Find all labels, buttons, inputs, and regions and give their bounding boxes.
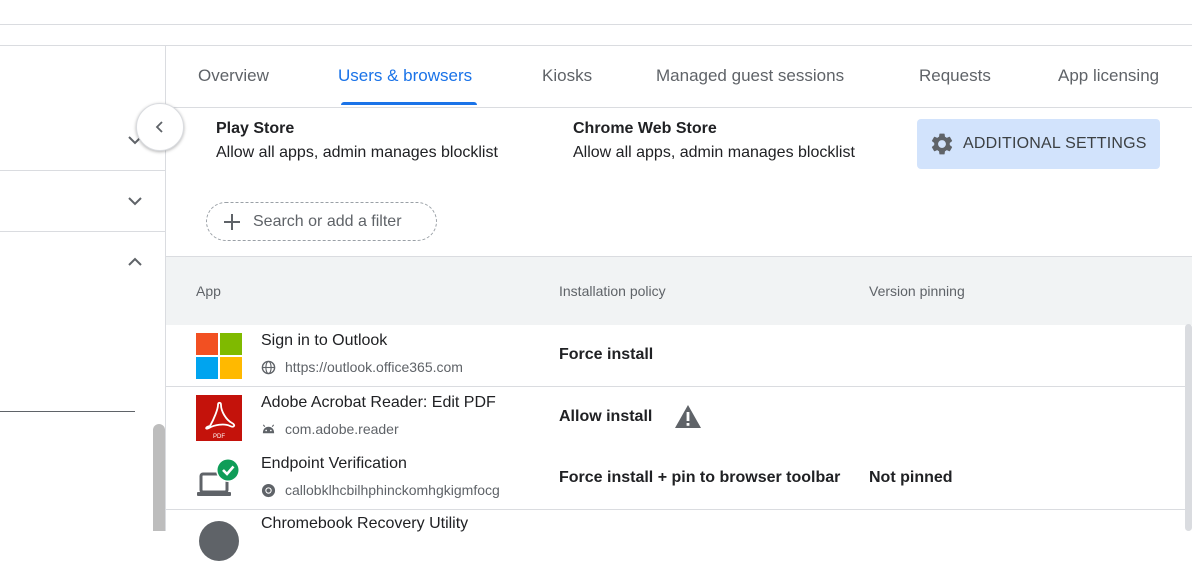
endpoint-verification-icon bbox=[197, 458, 240, 496]
installation-policy: Force install + pin to browser toolbar bbox=[559, 469, 841, 486]
search-filter-input[interactable]: Search or add a filter bbox=[206, 202, 437, 241]
app-extension-id: callobklhcbilhphinckomhgkigmfocg bbox=[285, 482, 500, 498]
left-section-3[interactable] bbox=[0, 232, 165, 292]
adobe-acrobat-icon: PDF bbox=[196, 395, 242, 441]
installation-policy: Allow install bbox=[559, 408, 653, 425]
table-row[interactable]: PDF Adobe Acrobat Reader: Edit PDF com.a… bbox=[166, 387, 1192, 449]
collapse-panel-button[interactable] bbox=[136, 103, 184, 151]
additional-settings-label: ADDITIONAL SETTINGS bbox=[963, 135, 1147, 152]
app-identifier: https://outlook.office365.com bbox=[261, 359, 463, 375]
gear-icon bbox=[931, 133, 953, 155]
tab-requests[interactable]: Requests bbox=[919, 66, 991, 86]
tab-kiosks[interactable]: Kiosks bbox=[542, 66, 592, 86]
app-name[interactable]: Chromebook Recovery Utility bbox=[261, 515, 468, 533]
store-title: Chrome Web Store bbox=[573, 120, 717, 137]
chrome-icon bbox=[261, 483, 276, 497]
store-setting-value: Allow all apps, admin manages blocklist bbox=[573, 144, 855, 161]
left-scrollbar[interactable] bbox=[153, 424, 165, 531]
column-header-app[interactable]: App bbox=[196, 283, 221, 299]
table-header: App Installation policy Version pinning bbox=[166, 256, 1192, 326]
warning-icon[interactable] bbox=[674, 404, 702, 430]
chevron-down-icon[interactable] bbox=[127, 193, 143, 209]
installation-policy: Force install bbox=[559, 346, 654, 363]
android-icon bbox=[262, 423, 275, 433]
table-row[interactable]: Endpoint Verification callobklhcbilhphin… bbox=[166, 448, 1192, 510]
app-package: com.adobe.reader bbox=[285, 421, 399, 437]
app-url: https://outlook.office365.com bbox=[285, 359, 463, 375]
additional-settings-button[interactable]: ADDITIONAL SETTINGS bbox=[917, 119, 1160, 169]
svg-text:PDF: PDF bbox=[213, 434, 225, 440]
app-name[interactable]: Endpoint Verification bbox=[261, 455, 407, 473]
recovery-utility-icon bbox=[199, 521, 239, 561]
tab-bar: Overview Users & browsers Kiosks Managed… bbox=[166, 46, 1192, 108]
column-header-version-pinning[interactable]: Version pinning bbox=[869, 283, 965, 299]
store-title: Play Store bbox=[216, 120, 295, 137]
plus-icon bbox=[224, 213, 240, 230]
version-pinning: Not pinned bbox=[869, 469, 953, 486]
input-underline bbox=[0, 411, 135, 412]
globe-icon bbox=[261, 360, 276, 374]
table-row[interactable]: Sign in to Outlook https://outlook.offic… bbox=[166, 325, 1192, 387]
store-setting-value: Allow all apps, admin manages blocklist bbox=[216, 144, 498, 161]
search-filter-placeholder: Search or add a filter bbox=[253, 212, 402, 230]
chrome-web-store-setting: Chrome Web Store Allow all apps, admin m… bbox=[573, 120, 855, 162]
chevron-left-icon bbox=[155, 121, 163, 133]
app-identifier: com.adobe.reader bbox=[261, 421, 399, 437]
active-tab-indicator bbox=[341, 102, 477, 105]
tab-users-browsers[interactable]: Users & browsers bbox=[338, 66, 472, 86]
tab-managed-guest-sessions[interactable]: Managed guest sessions bbox=[656, 66, 844, 86]
table-row[interactable]: Chromebook Recovery Utility bbox=[166, 510, 1192, 571]
tab-app-licensing[interactable]: App licensing bbox=[1058, 66, 1159, 86]
chevron-up-icon[interactable] bbox=[127, 254, 143, 270]
app-name[interactable]: Sign in to Outlook bbox=[261, 332, 387, 350]
tab-overview[interactable]: Overview bbox=[198, 66, 269, 86]
microsoft-logo-icon bbox=[196, 333, 242, 379]
play-store-setting: Play Store Allow all apps, admin manages… bbox=[216, 120, 498, 162]
table-scrollbar[interactable] bbox=[1185, 324, 1192, 531]
app-name[interactable]: Adobe Acrobat Reader: Edit PDF bbox=[261, 394, 496, 412]
sub-header-bar bbox=[0, 25, 1192, 46]
left-section-2[interactable] bbox=[0, 171, 165, 232]
column-header-installation-policy[interactable]: Installation policy bbox=[559, 283, 666, 299]
app-identifier: callobklhcbilhphinckomhgkigmfocg bbox=[261, 482, 500, 498]
top-app-bar bbox=[0, 0, 1192, 25]
